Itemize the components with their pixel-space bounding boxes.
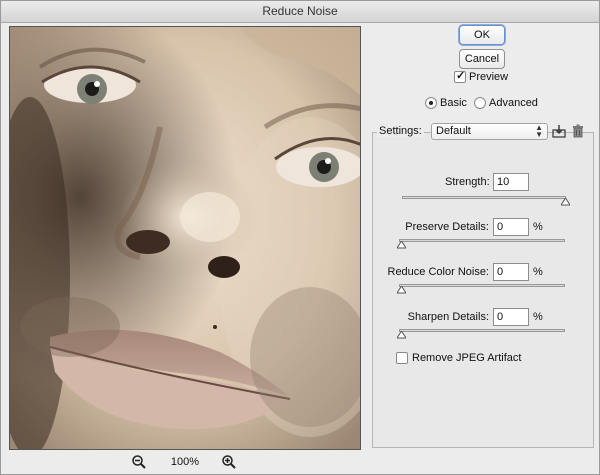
cancel-button[interactable]: Cancel (459, 49, 505, 69)
reduce-color-noise-slider-thumb[interactable] (396, 285, 407, 294)
sharpen-details-field[interactable]: 0 (493, 308, 529, 326)
settings-dropdown[interactable]: Default ▲ ▼ (431, 123, 548, 140)
strength-label: Strength: (445, 176, 490, 188)
sharpen-details-slider-thumb[interactable] (396, 330, 407, 339)
preview-label: Preview (469, 71, 509, 83)
remove-jpeg-artifact-checkbox[interactable] (396, 352, 408, 364)
ok-button[interactable]: OK (459, 25, 505, 45)
basic-radio[interactable] (425, 97, 437, 109)
preserve-details-slider[interactable] (399, 239, 565, 242)
checkmark-icon: ✓ (456, 70, 466, 82)
settings-dropdown-value: Default (436, 125, 471, 137)
preview-checkbox[interactable]: ✓ (454, 70, 466, 83)
preserve-details-unit: % (533, 221, 543, 233)
reduce-color-noise-slider[interactable] (399, 284, 565, 287)
strength-field[interactable]: 10 (493, 173, 529, 191)
sharpen-details-label: Sharpen Details: (407, 311, 489, 323)
preserve-details-field[interactable]: 0 (493, 218, 529, 236)
radio-selected-icon (429, 101, 433, 105)
window-title: Reduce Noise (1, 1, 599, 23)
reduce-color-noise-label: Reduce Color Noise: (387, 266, 490, 278)
face-photo (10, 27, 360, 449)
remove-jpeg-artifact-label: Remove JPEG Artifact (412, 352, 522, 364)
basic-label: Basic (440, 97, 467, 109)
advanced-label: Advanced (489, 97, 538, 109)
zoom-bar: 100% (9, 453, 361, 471)
strength-slider-thumb[interactable] (560, 197, 571, 206)
zoom-out-icon[interactable] (131, 454, 147, 470)
reduce-color-noise-field[interactable]: 0 (493, 263, 529, 281)
reduce-color-noise-unit: % (533, 266, 543, 278)
reduce-noise-dialog: Reduce Noise 100% OK Cancel ✓ Preview Ba… (0, 0, 600, 475)
zoom-level: 100% (170, 456, 200, 468)
save-preset-icon[interactable] (552, 124, 566, 138)
dropdown-arrows-icon: ▲ ▼ (535, 123, 543, 139)
preview-image[interactable] (9, 26, 361, 450)
preserve-details-label: Preserve Details: (405, 221, 489, 233)
advanced-radio[interactable] (474, 97, 486, 109)
strength-slider[interactable] (402, 196, 566, 199)
zoom-in-icon[interactable] (221, 454, 237, 470)
sharpen-details-slider[interactable] (399, 329, 565, 332)
sharpen-details-unit: % (533, 311, 543, 323)
settings-label: Settings: (377, 125, 424, 137)
trash-icon[interactable] (571, 124, 585, 138)
preserve-details-slider-thumb[interactable] (396, 240, 407, 249)
